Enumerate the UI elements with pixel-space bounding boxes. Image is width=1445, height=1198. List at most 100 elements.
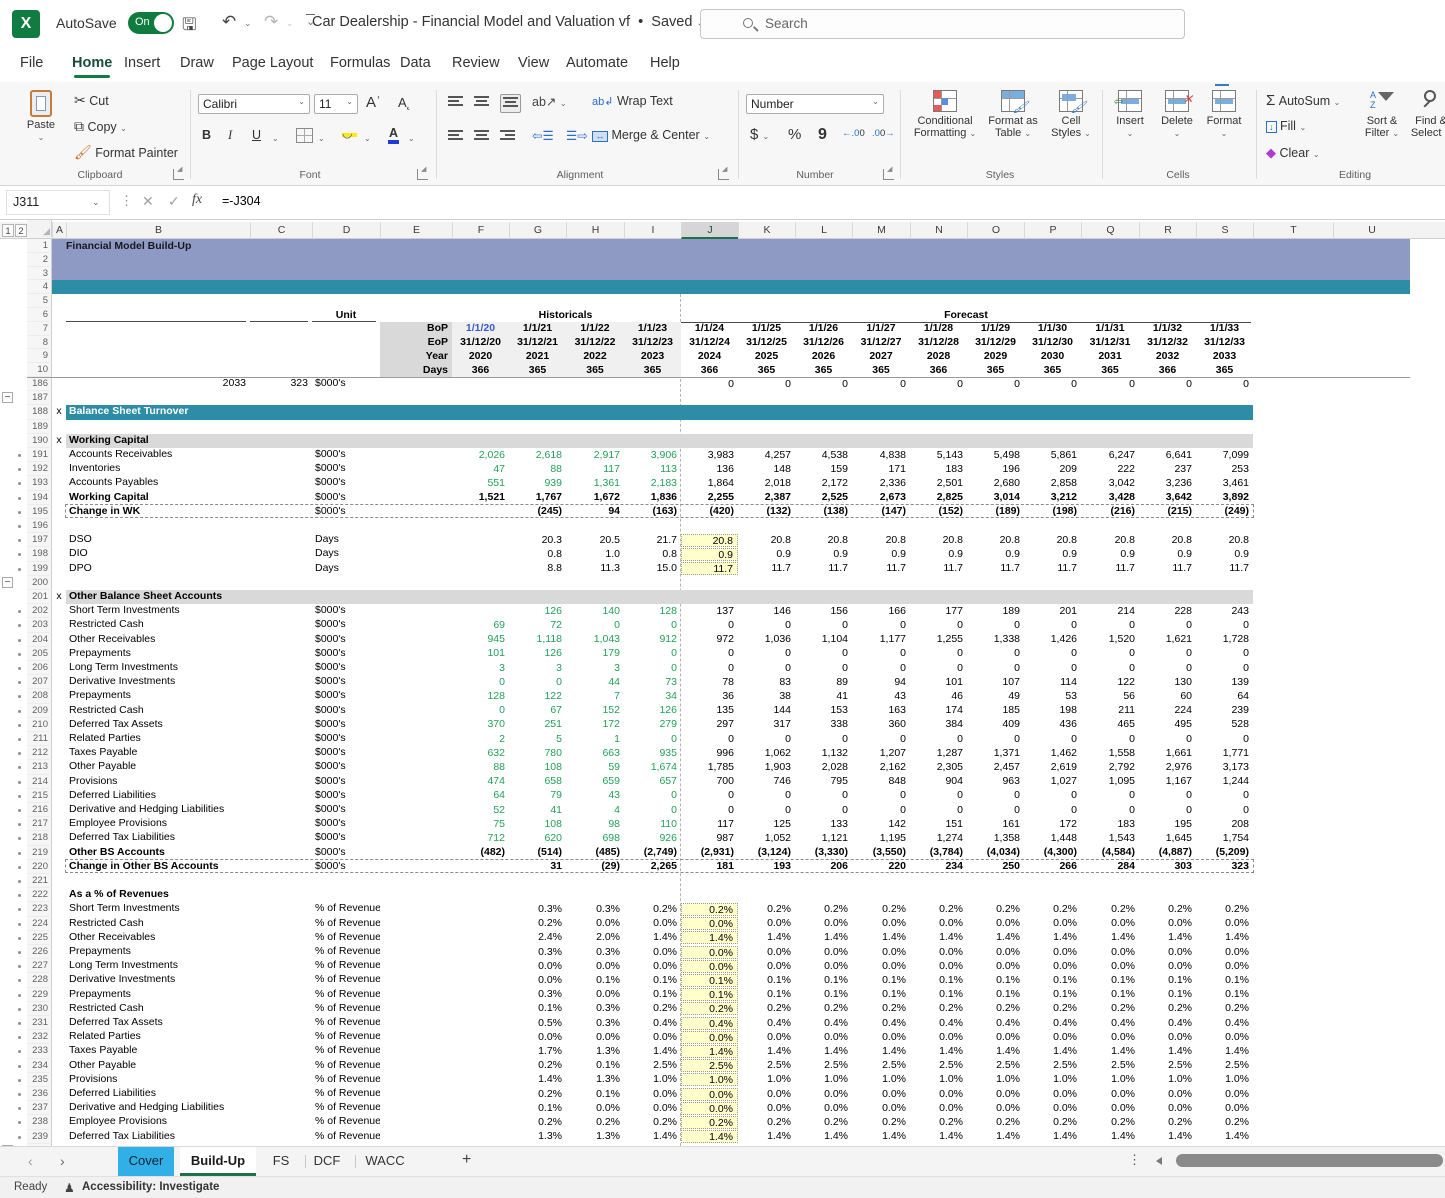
cell-L203[interactable]: 0 [795,619,852,632]
cell-R220[interactable]: 303 [1139,860,1196,873]
cell-S204[interactable]: 1,728 [1196,633,1253,646]
cell-N237[interactable]: 0.0% [910,1102,967,1115]
cell-F203[interactable]: 69 [452,619,509,633]
cell-G213[interactable]: 108 [509,761,566,775]
cell-H9[interactable]: 2022 [566,350,624,364]
cell-L217[interactable]: 133 [795,818,852,831]
cell-D227[interactable]: % of Revenues [312,959,380,973]
cell-G191[interactable]: 2,618 [509,449,566,463]
cell-G228[interactable]: 0.0% [509,974,566,988]
sheet-tab-dcf[interactable]: DCF [302,1147,352,1176]
cell-I203[interactable]: 0 [624,619,681,633]
row-header-6[interactable]: 6 [27,308,52,322]
cell-P186[interactable]: 0 [1024,378,1081,391]
cancel-entry-icon[interactable]: ✕ [142,193,154,210]
cell-Q204[interactable]: 1,520 [1081,633,1139,646]
cell-H8[interactable]: 31/12/22 [566,336,624,350]
cell-N209[interactable]: 174 [910,704,967,717]
cell-O219[interactable]: (4,034) [967,846,1024,859]
cell-H202[interactable]: 140 [566,605,624,619]
menu-tab-file[interactable]: File [20,55,43,71]
cell-N224[interactable]: 0.0% [910,917,967,930]
cell-S233[interactable]: 1.4% [1196,1045,1253,1058]
cell-L198[interactable]: 0.9 [795,548,852,561]
cell-S194[interactable]: 3,892 [1196,491,1253,504]
cell-S236[interactable]: 0.0% [1196,1088,1253,1101]
row-header-228[interactable]: 228 [27,973,52,987]
cell-R225[interactable]: 1.4% [1139,931,1196,944]
cell-Q217[interactable]: 183 [1081,818,1139,831]
currency-button[interactable]: $ ⌄ [750,126,769,143]
cell-N195[interactable]: (152) [910,505,967,518]
row-header-215[interactable]: 215 [27,789,52,803]
cell-N225[interactable]: 1.4% [910,931,967,944]
cell-J227[interactable]: 0.0% [681,960,738,973]
cell-J214[interactable]: 700 [681,775,738,788]
row-header-221[interactable]: 221 [27,874,52,888]
cell-H208[interactable]: 7 [566,690,624,704]
cell-D238[interactable]: % of Revenues [312,1115,380,1129]
cell-F205[interactable]: 101 [452,647,509,661]
cell-J228[interactable]: 0.1% [681,974,738,987]
cell-M224[interactable]: 0.0% [852,917,910,930]
row-header-225[interactable]: 225 [27,931,52,945]
decrease-indent-button[interactable]: ⇦☰ [532,128,554,143]
cell-K232[interactable]: 0.0% [738,1031,795,1044]
cell-B230[interactable]: Restricted Cash [66,1002,250,1016]
cell-S227[interactable]: 0.0% [1196,960,1253,973]
row-header-4[interactable]: 4 [27,280,52,294]
cell-G210[interactable]: 251 [509,718,566,732]
cell-D213[interactable]: $000's [312,760,380,774]
cell-D236[interactable]: % of Revenues [312,1087,380,1101]
cell-O234[interactable]: 2.5% [967,1059,1024,1072]
column-header-K[interactable]: K [738,222,795,239]
cell-S195[interactable]: (249) [1196,505,1253,518]
cell-K10[interactable]: 365 [738,364,795,378]
cell-H209[interactable]: 152 [566,704,624,718]
cell-S211[interactable]: 0 [1196,733,1253,746]
cell-L186[interactable]: 0 [795,378,852,391]
row-header-219[interactable]: 219 [27,846,52,860]
cell-H197[interactable]: 20.5 [566,534,624,548]
cell-L208[interactable]: 41 [795,690,852,703]
cell-J217[interactable]: 117 [681,818,738,831]
cell-N211[interactable]: 0 [910,733,967,746]
sheet-tab-wacc[interactable]: WACC [354,1147,416,1176]
cell-R10[interactable]: 366 [1139,364,1196,378]
cell-H224[interactable]: 0.0% [566,917,624,931]
cell-K207[interactable]: 83 [738,676,795,689]
cell-N223[interactable]: 0.2% [910,903,967,916]
cell-F204[interactable]: 945 [452,633,509,647]
cell-O224[interactable]: 0.0% [967,917,1024,930]
cell-N214[interactable]: 904 [910,775,967,788]
cell-P198[interactable]: 0.9 [1024,548,1081,561]
cell-O223[interactable]: 0.2% [967,903,1024,916]
row-header-190[interactable]: 190 [27,434,52,448]
cell-S215[interactable]: 0 [1196,789,1253,802]
cell-S10[interactable]: 365 [1196,364,1253,378]
cell-I213[interactable]: 1,674 [624,761,681,775]
row-header-220[interactable]: 220 [27,860,52,874]
cell-B206[interactable]: Long Term Investments [66,661,250,675]
cell-H206[interactable]: 3 [566,662,624,676]
cell-O192[interactable]: 196 [967,463,1024,476]
cell-G229[interactable]: 0.3% [509,988,566,1002]
cell-M215[interactable]: 0 [852,789,910,802]
cell-B211[interactable]: Related Parties [66,732,250,746]
cell-G199[interactable]: 8.8 [509,562,566,576]
cell-N186[interactable]: 0 [910,378,967,391]
cell-H203[interactable]: 0 [566,619,624,633]
cell-M235[interactable]: 1.0% [852,1073,910,1086]
cell-L225[interactable]: 1.4% [795,931,852,944]
row-header-216[interactable]: 216 [27,803,52,817]
cell-J232[interactable]: 0.0% [681,1031,738,1044]
comma-style-button[interactable]: 9 [818,126,827,144]
cell-M217[interactable]: 142 [852,818,910,831]
insert-function-icon[interactable]: fx [192,192,202,208]
cell-H233[interactable]: 1.3% [566,1045,624,1059]
cell-S231[interactable]: 0.4% [1196,1017,1253,1030]
tab-overflow-icon[interactable]: ⋮ [1128,1152,1141,1168]
sort-filter-button[interactable]: AZ Sort & Filter ⌄ [1356,90,1408,139]
cell-Q238[interactable]: 0.2% [1081,1116,1139,1129]
cell-O218[interactable]: 1,358 [967,832,1024,845]
